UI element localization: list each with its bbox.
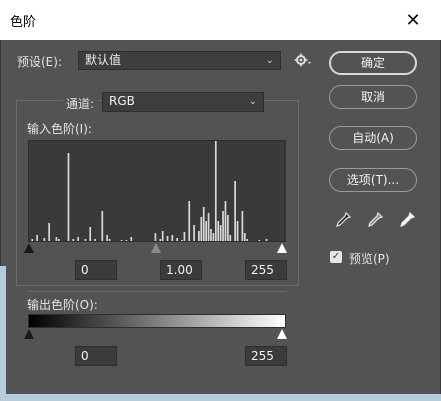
- histogram-bar: [72, 239, 75, 241]
- histogram-bar: [57, 239, 60, 241]
- background-edge-bottom: [0, 394, 441, 401]
- chevron-down-icon: ⌄: [265, 55, 274, 66]
- histogram-bar: [159, 239, 162, 241]
- input-black-field[interactable]: 0: [75, 260, 117, 280]
- input-gamma-field[interactable]: 1.00: [160, 260, 202, 280]
- preset-value: 默认值: [85, 53, 122, 67]
- histogram-bar: [214, 141, 217, 241]
- preview-label: 预览(P): [349, 252, 390, 266]
- histogram-bar: [130, 237, 133, 241]
- output-white-field[interactable]: 255: [245, 346, 287, 366]
- histogram-bar: [171, 235, 174, 241]
- gear-icon[interactable]: [294, 52, 312, 68]
- histogram-bars: [31, 141, 268, 241]
- histogram-bar: [161, 231, 164, 241]
- histogram-bar: [108, 239, 111, 241]
- title-bar: [0, 0, 441, 40]
- histogram-bar: [202, 207, 205, 241]
- histogram-bar: [89, 227, 92, 241]
- options-button[interactable]: 选项(T)...: [329, 168, 417, 192]
- output-black-field[interactable]: 0: [75, 346, 117, 366]
- background-edge: [0, 266, 6, 401]
- preset-label: 预设(E):: [17, 55, 62, 69]
- white-point-eyedropper-icon[interactable]: [398, 211, 416, 229]
- histogram-bar: [120, 240, 123, 241]
- histogram-bar: [125, 240, 128, 241]
- channel-label: 通道:: [63, 95, 98, 112]
- auto-button[interactable]: 自动(A): [329, 126, 417, 150]
- histogram-bar: [212, 233, 215, 241]
- input-levels-label: 输入色阶(I):: [27, 122, 92, 136]
- output-gradient-bar: [28, 314, 286, 328]
- histogram-bar: [234, 181, 236, 241]
- preset-select[interactable]: 默认值 ⌄: [78, 51, 281, 70]
- histogram-bar: [265, 239, 268, 241]
- divider: [28, 291, 286, 292]
- gray-point-eyedropper-icon[interactable]: [366, 211, 384, 229]
- histogram-bar: [243, 233, 246, 241]
- close-icon[interactable]: ✕: [400, 8, 426, 34]
- cancel-button[interactable]: 取消: [329, 85, 417, 109]
- histogram-bar: [77, 237, 79, 241]
- histogram-bar: [181, 240, 183, 241]
- histogram-bar: [154, 233, 157, 241]
- histogram-bar: [48, 223, 51, 241]
- output-levels-label: 输出色阶(O):: [27, 298, 98, 312]
- histogram-bar: [106, 235, 108, 241]
- histogram-bar: [210, 229, 212, 241]
- histogram-bar: [67, 153, 70, 241]
- histogram-bar: [258, 240, 261, 241]
- histogram-bar: [224, 201, 227, 241]
- histogram-bar: [217, 221, 220, 241]
- histogram-bar: [31, 239, 34, 241]
- histogram-bar: [241, 211, 244, 241]
- channel-select[interactable]: RGB ⌄: [102, 92, 264, 112]
- histogram-bar: [84, 239, 87, 241]
- histogram-bar: [236, 221, 239, 241]
- histogram-bar: [200, 217, 203, 241]
- output-white-slider[interactable]: [277, 329, 287, 339]
- histogram-bar: [188, 201, 191, 241]
- histogram-bar: [176, 238, 179, 241]
- input-white-slider[interactable]: [277, 243, 287, 253]
- chevron-down-icon: ⌄: [248, 96, 257, 107]
- histogram-bar: [193, 225, 195, 241]
- histogram-bar: [229, 235, 232, 241]
- preview-checkbox[interactable]: ✓: [330, 251, 342, 263]
- window-title: 色阶: [10, 15, 37, 30]
- ok-button[interactable]: 确定: [329, 51, 417, 75]
- output-black-slider[interactable]: [24, 329, 34, 339]
- histogram-bar: [198, 231, 200, 241]
- histogram-bar: [55, 237, 58, 241]
- input-black-slider[interactable]: [24, 243, 34, 253]
- histogram-bar: [94, 239, 96, 241]
- input-gamma-slider[interactable]: [151, 243, 161, 253]
- histogram-bar: [227, 215, 229, 241]
- histogram-bar: [183, 232, 186, 241]
- histogram-bar: [101, 211, 104, 241]
- histogram-bar: [246, 239, 249, 241]
- input-white-field[interactable]: 255: [245, 260, 287, 280]
- histogram: [28, 140, 286, 242]
- histogram-bar: [43, 238, 46, 241]
- histogram-bar: [219, 225, 222, 241]
- histogram-bar: [36, 235, 38, 241]
- black-point-eyedropper-icon[interactable]: [334, 211, 352, 229]
- channel-value: RGB: [109, 94, 135, 108]
- histogram-bar: [205, 221, 207, 241]
- histogram-bar: [207, 213, 210, 241]
- histogram-bar: [166, 236, 169, 241]
- histogram-bar: [222, 211, 224, 241]
